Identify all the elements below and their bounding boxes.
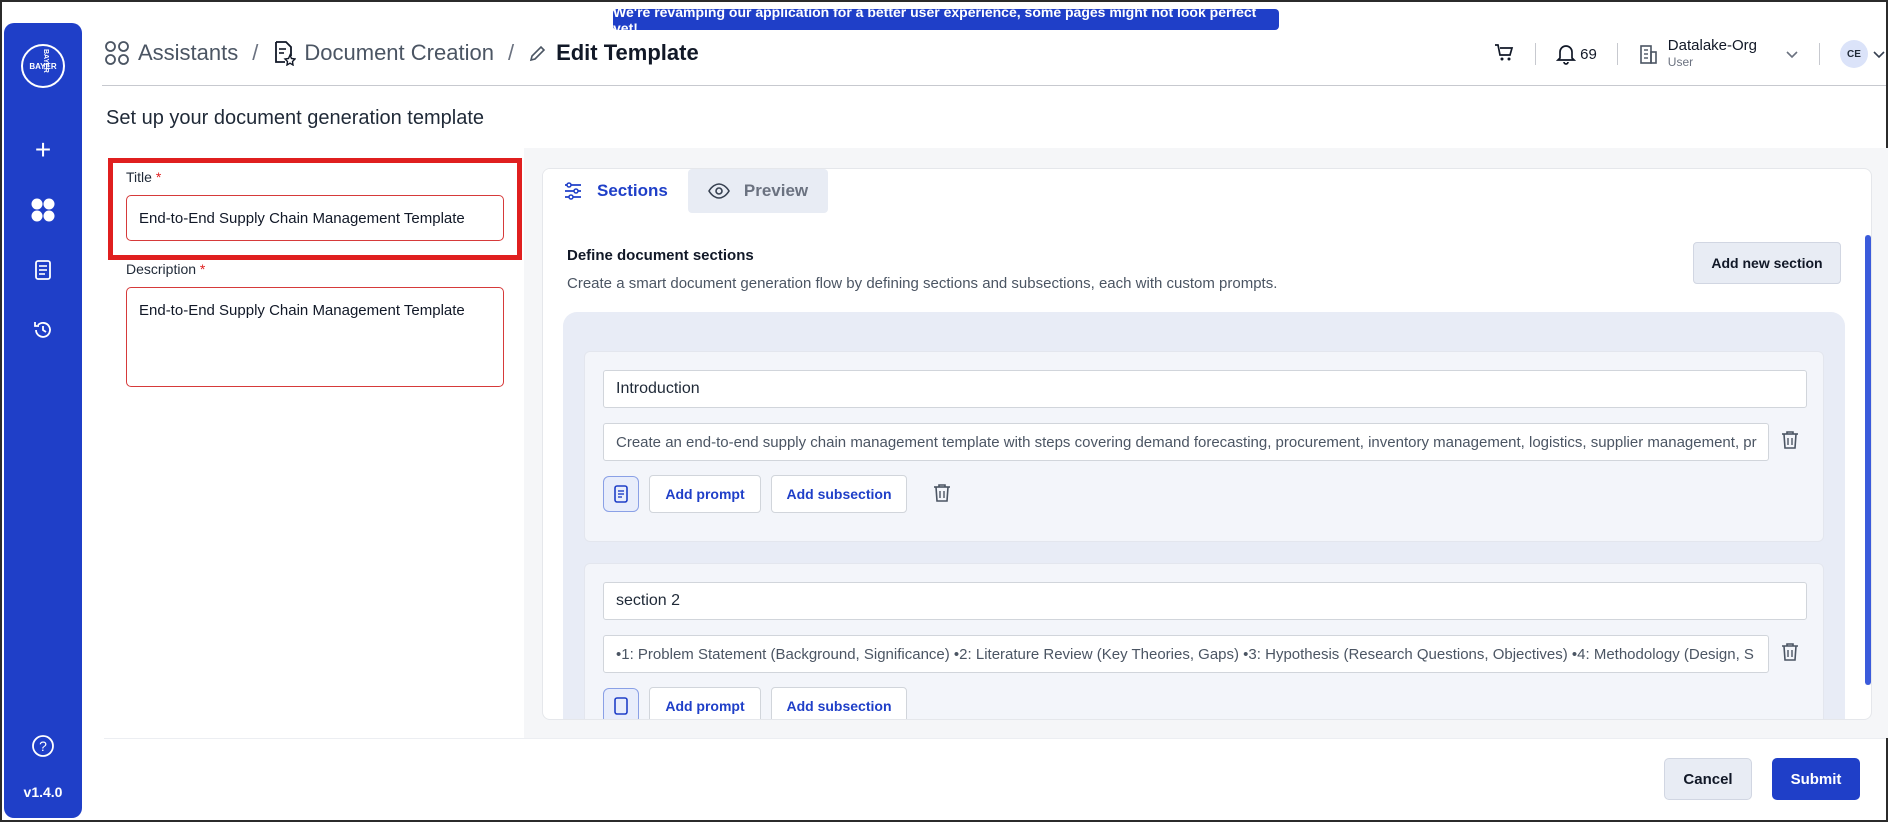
- chevron-down-icon: [1873, 51, 1885, 59]
- header-divider: [1819, 43, 1820, 65]
- header-actions: 69 Datalake-Org User CE: [1493, 38, 1886, 70]
- section-title-input[interactable]: Introduction: [603, 370, 1807, 408]
- help-button[interactable]: ?: [23, 726, 63, 766]
- cart-icon: [1495, 43, 1514, 60]
- bayer-logo[interactable]: BAYER BAYER: [21, 44, 65, 88]
- section-prompt-input[interactable]: •1: Problem Statement (Background, Signi…: [603, 635, 1769, 673]
- sidebar: BAYER BAYER + ? v1.4.0: [4, 23, 82, 818]
- svg-text:?: ?: [39, 738, 47, 754]
- trash-icon: [934, 484, 950, 502]
- section-card: section 2 •1: Problem Statement (Backgro…: [584, 563, 1824, 719]
- section-prompt-input[interactable]: Create an end-to-end supply chain manage…: [603, 423, 1769, 461]
- pencil-icon: [528, 43, 548, 63]
- trash-icon: [1782, 431, 1798, 449]
- footer-bar: [104, 738, 1886, 820]
- breadcrumb-assistants[interactable]: Assistants: [138, 40, 238, 66]
- tab-sections[interactable]: Sections: [543, 169, 688, 213]
- notifications-button[interactable]: 69: [1556, 43, 1597, 65]
- section-title-input[interactable]: section 2: [603, 582, 1807, 620]
- document-creation-icon: [272, 40, 297, 66]
- delete-section-button[interactable]: [933, 483, 951, 503]
- help-icon: ?: [32, 735, 54, 757]
- breadcrumb-separator: /: [252, 40, 259, 65]
- org-switcher[interactable]: Datalake-Org User: [1638, 38, 1799, 70]
- add-subsection-button[interactable]: Add subsection: [771, 475, 907, 513]
- breadcrumb: Assistants / Document Creation / Edit Te…: [104, 40, 699, 66]
- sections-list: Introduction Create an end-to-end supply…: [563, 312, 1845, 719]
- description-field[interactable]: End-to-End Supply Chain Management Templ…: [126, 287, 504, 387]
- sidebar-item-new[interactable]: +: [23, 130, 63, 170]
- app-version: v1.4.0: [23, 784, 63, 800]
- delete-prompt-button[interactable]: [1781, 642, 1799, 662]
- cart-button[interactable]: [1493, 41, 1515, 68]
- plus-icon: +: [34, 134, 52, 165]
- view-document-button[interactable]: [603, 688, 639, 719]
- top-header: Assistants / Document Creation / Edit Te…: [102, 30, 1886, 86]
- avatar: CE: [1840, 40, 1868, 68]
- eye-icon: [707, 183, 730, 199]
- document-icon: [614, 697, 628, 715]
- sidebar-item-assistants[interactable]: [23, 190, 63, 230]
- add-subsection-button[interactable]: Add subsection: [771, 687, 907, 719]
- document-icon: [614, 485, 628, 503]
- document-icon: [35, 260, 51, 280]
- notification-count: 69: [1580, 45, 1597, 63]
- header-divider: [1535, 43, 1537, 65]
- delete-prompt-button[interactable]: [1781, 430, 1799, 450]
- chevron-down-icon: [1786, 51, 1798, 59]
- history-icon: [34, 322, 51, 338]
- title-highlight-box: [108, 158, 522, 260]
- sections-description: Create a smart document generation flow …: [567, 275, 1278, 292]
- add-prompt-button[interactable]: Add prompt: [649, 687, 761, 719]
- announcement-banner: We're revamping our application for a be…: [613, 4, 1279, 36]
- header-divider: [1616, 43, 1618, 65]
- assistants-icon: [104, 40, 130, 66]
- breadcrumb-edit-template: Edit Template: [556, 40, 699, 65]
- view-document-button[interactable]: [603, 476, 639, 512]
- org-role: User: [1667, 55, 1694, 69]
- org-name: Datalake-Org: [1667, 37, 1757, 54]
- building-icon: [1639, 45, 1657, 64]
- trash-icon: [1782, 643, 1798, 661]
- sliders-icon: [563, 182, 583, 200]
- description-label: Description *: [126, 261, 206, 277]
- user-menu[interactable]: CE: [1840, 40, 1886, 68]
- breadcrumb-document-creation[interactable]: Document Creation: [304, 40, 494, 66]
- tab-preview-label: Preview: [743, 181, 809, 200]
- page-title: Set up your document generation template: [106, 107, 485, 129]
- tab-bar: Sections Preview: [543, 169, 829, 213]
- add-prompt-button[interactable]: Add prompt: [649, 475, 761, 513]
- breadcrumb-separator: /: [507, 40, 515, 65]
- add-new-section-button[interactable]: Add new section: [1693, 242, 1841, 284]
- sidebar-item-documents[interactable]: [23, 250, 63, 290]
- grid-icon: [31, 198, 55, 222]
- sections-panel: Sections Preview Define document section…: [542, 168, 1872, 720]
- sections-heading: Define document sections: [567, 247, 754, 264]
- submit-button[interactable]: Submit: [1772, 758, 1860, 800]
- tab-preview[interactable]: Preview: [687, 169, 829, 213]
- cancel-button[interactable]: Cancel: [1664, 758, 1752, 800]
- scrollbar-thumb[interactable]: [1865, 235, 1871, 685]
- tab-sections-label: Sections: [597, 181, 668, 200]
- bell-icon: [1556, 45, 1577, 65]
- section-card: Introduction Create an end-to-end supply…: [584, 351, 1824, 542]
- sidebar-item-history[interactable]: [23, 310, 63, 350]
